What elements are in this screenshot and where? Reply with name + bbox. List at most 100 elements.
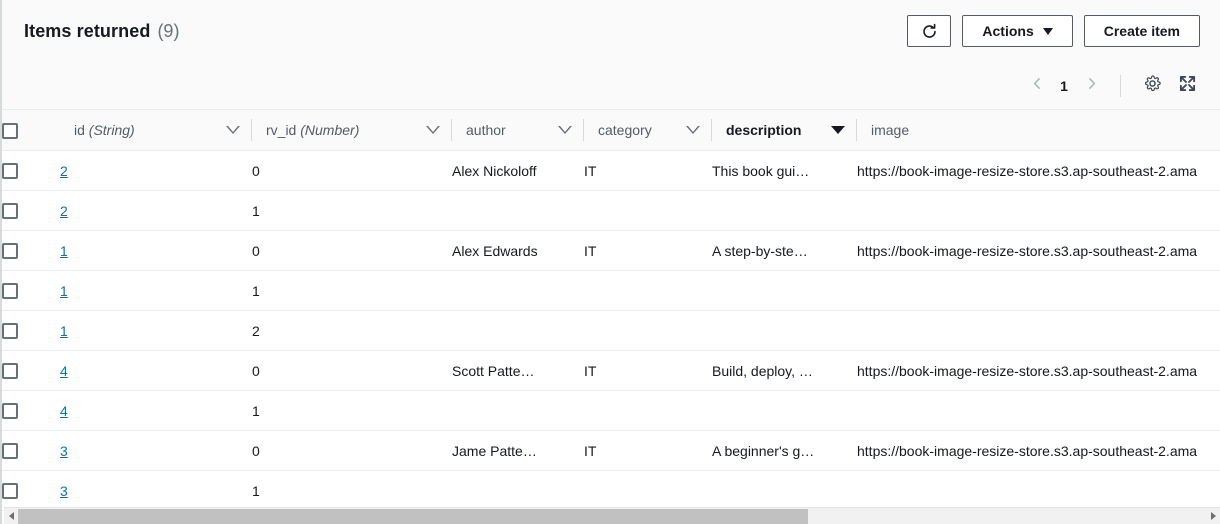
table-row[interactable]: 4 0 Scott Patte… IT Build, deploy, … https://… [2,350,1220,391]
chevron-left-icon [1031,77,1044,95]
table-row[interactable]: 1 0 Alex Edwards IT A step-by-ste… https://bo… [2,230,1220,271]
scroll-left-icon [8,512,14,520]
cell-image [857,310,1220,351]
sort-icon-id[interactable] [226,123,240,137]
cell-description: A step-by-ste… [712,230,857,271]
row-checkbox[interactable] [2,443,18,460]
id-link[interactable]: 2 [60,203,68,219]
row-checkbox[interactable] [2,163,18,180]
cell-category [584,310,712,351]
cell-author [452,470,584,511]
pagination-prev-button[interactable] [1021,71,1053,101]
row-checkbox[interactable] [2,203,18,220]
cell-category: IT [584,230,712,271]
preferences-button[interactable] [1137,71,1167,101]
cell-category [584,390,712,431]
fullscreen-button[interactable] [1172,71,1202,101]
cell-description: Build, deploy, … [712,350,857,391]
cell-category [584,270,712,311]
sort-icon-category[interactable] [686,123,700,137]
column-header-rv-id-label: rv_id (Number) [266,122,360,138]
column-header-author[interactable]: author [452,109,584,151]
cell-description: This book gui… [712,150,857,191]
refresh-button[interactable] [907,15,952,47]
cell-author [452,390,584,431]
items-table: id (String) rv_id (Number) author catego… [2,109,1220,511]
cell-id: 2 [60,150,252,191]
cell-category [584,470,712,511]
column-header-image[interactable]: image [857,109,1220,151]
row-checkbox[interactable] [2,403,18,420]
items-table-scroll-area[interactable]: id (String) rv_id (Number) author catego… [2,109,1220,511]
id-link[interactable]: 4 [60,363,68,379]
id-link[interactable]: 1 [60,243,68,259]
id-link[interactable]: 1 [60,283,68,299]
table-row[interactable]: 3 0 Jame Patte… IT A beginner's g… https://bo… [2,430,1220,471]
cell-author [452,310,584,351]
id-link[interactable]: 1 [60,323,68,339]
row-checkbox[interactable] [2,363,18,380]
cell-rv-id: 0 [252,350,452,391]
cell-image [857,390,1220,431]
table-row[interactable]: 21 [2,190,1220,231]
pagination-next-button[interactable] [1075,71,1107,101]
table-row[interactable]: 41 [2,390,1220,431]
cell-image: https://book-image-resize-store.s3.ap-so… [857,230,1220,271]
expand-icon [1179,75,1196,97]
cell-rv-id: 1 [252,190,452,231]
column-header-rv-id[interactable]: rv_id (Number) [252,109,452,151]
cell-description [712,270,857,311]
column-header-category[interactable]: category [584,109,712,151]
pagination: 1 [1021,71,1107,101]
scrollbar-thumb[interactable] [18,508,808,524]
id-link[interactable]: 3 [60,483,68,499]
table-row[interactable]: 11 [2,270,1220,311]
row-checkbox[interactable] [2,323,18,340]
select-all-checkbox[interactable] [2,122,18,139]
column-header-id[interactable]: id (String) [60,109,252,151]
cell-id: 2 [60,190,252,231]
row-select-cell [2,310,60,351]
actions-dropdown-button[interactable]: Actions [962,15,1073,47]
row-checkbox[interactable] [2,283,18,300]
tools-divider [1120,74,1121,97]
cell-id: 1 [60,230,252,271]
table-row[interactable]: 31 [2,470,1220,511]
column-header-description[interactable]: description [712,109,857,151]
cell-description [712,390,857,431]
items-count: (9) [157,20,180,41]
horizontal-scrollbar[interactable] [4,507,1220,524]
sort-icon-description[interactable] [831,123,845,137]
table-row[interactable]: 12 [2,310,1220,351]
id-link[interactable]: 2 [60,163,68,179]
id-link[interactable]: 4 [60,403,68,419]
scroll-left-button[interactable] [4,508,18,524]
table-header: Items returned (9) Actions Create item [2,0,1220,62]
column-header-author-label: author [466,122,506,138]
cell-image: https://book-image-resize-store.s3.ap-so… [857,430,1220,471]
sort-icon-author[interactable] [558,123,572,137]
table-row[interactable]: 2 0 Alex Nickoloff IT This book gui… https://… [2,150,1220,191]
cell-category: IT [584,430,712,471]
row-select-cell [2,270,60,311]
row-checkbox[interactable] [2,483,18,500]
cell-rv-id: 1 [252,470,452,511]
cell-id: 3 [60,470,252,511]
column-header-image-label: image [871,122,910,138]
row-checkbox[interactable] [2,243,18,260]
cell-rv-id: 0 [252,150,452,191]
sort-icon-rv-id[interactable] [426,123,440,137]
id-link[interactable]: 3 [60,443,68,459]
row-select-cell [2,190,60,231]
cell-id: 1 [60,270,252,311]
scroll-right-button[interactable] [1206,508,1220,524]
cell-description: A beginner's g… [712,430,857,471]
header-row: id (String) rv_id (Number) author catego… [2,109,1220,151]
row-select-cell [2,150,60,191]
scrollbar-track[interactable] [18,508,1206,524]
row-select-cell [2,230,60,271]
header-title-group: Items returned (9) [24,21,179,42]
pagination-page-1[interactable]: 1 [1053,78,1075,94]
create-item-button[interactable]: Create item [1083,15,1200,47]
table-body: 2 0 Alex Nickoloff IT This book gui… https://… [2,150,1220,511]
